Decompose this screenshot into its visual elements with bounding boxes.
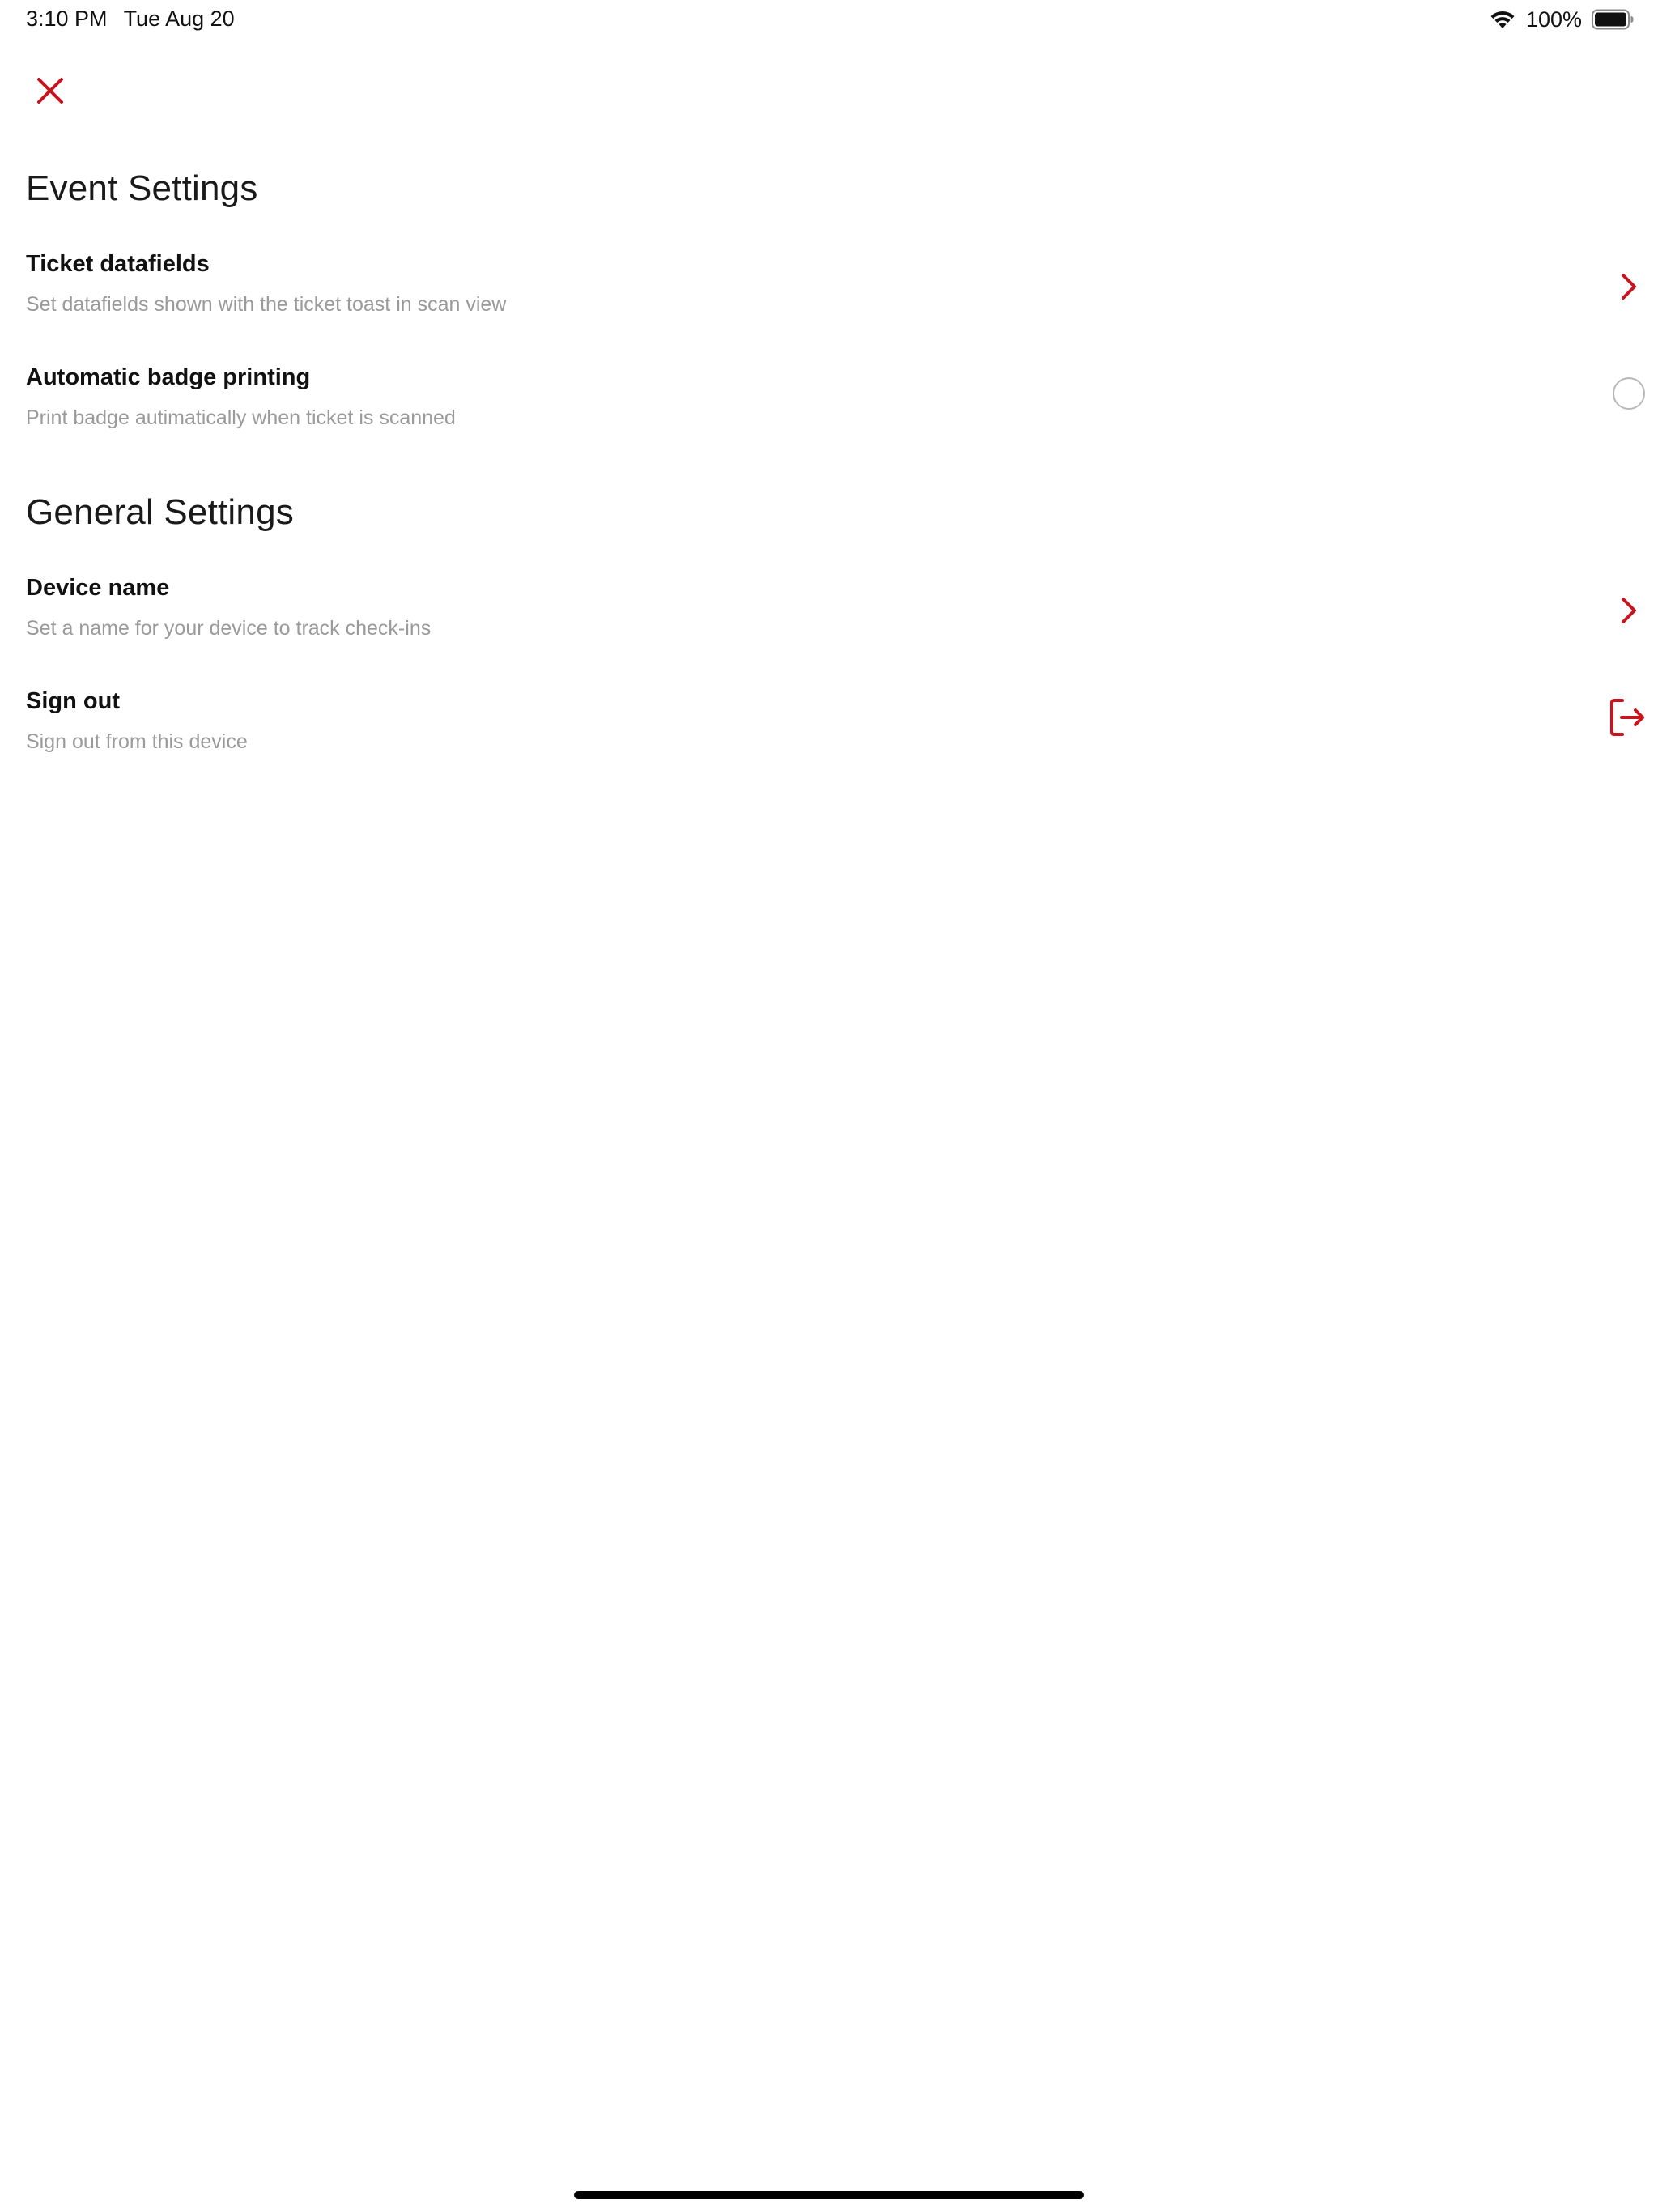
sign-out-icon[interactable] [1608, 696, 1647, 738]
event-settings-title: Event Settings [26, 168, 258, 208]
ticket-datafields-subtitle: Set datafields shown with the ticket toa… [26, 293, 507, 316]
close-button[interactable] [34, 74, 66, 107]
automatic-badge-printing-row[interactable]: Automatic badge printing Print badge aut… [0, 364, 1658, 462]
status-time: 3:10 PM [26, 6, 108, 31]
sign-out-row[interactable]: Sign out Sign out from this device [0, 688, 1658, 785]
automatic-badge-printing-title: Automatic badge printing [26, 364, 311, 390]
status-bar: 3:10 PM Tue Aug 20 100% [0, 0, 1658, 40]
device-name-title: Device name [26, 575, 170, 601]
status-time-date: 3:10 PM Tue Aug 20 [26, 6, 235, 32]
automatic-badge-printing-toggle[interactable] [1611, 376, 1647, 411]
battery-icon [1592, 9, 1634, 30]
home-indicator[interactable] [574, 2191, 1084, 2199]
automatic-badge-printing-subtitle: Print badge autimatically when ticket is… [26, 406, 456, 429]
settings-screen: 3:10 PM Tue Aug 20 100% Event Settings T… [0, 0, 1658, 2212]
chevron-right-icon[interactable] [1611, 593, 1647, 628]
chevron-right-icon[interactable] [1611, 269, 1647, 304]
sign-out-subtitle: Sign out from this device [26, 730, 248, 753]
general-settings-title: General Settings [26, 492, 294, 532]
device-name-row[interactable]: Device name Set a name for your device t… [0, 575, 1658, 672]
ticket-datafields-title: Ticket datafields [26, 251, 210, 277]
device-name-subtitle: Set a name for your device to track chec… [26, 617, 432, 640]
status-indicators: 100% [1489, 5, 1634, 34]
wifi-icon [1489, 9, 1516, 30]
close-icon [37, 78, 63, 104]
radio-circle-icon [1613, 377, 1645, 410]
status-date: Tue Aug 20 [123, 6, 235, 31]
ticket-datafields-row[interactable]: Ticket datafields Set datafields shown w… [0, 251, 1658, 348]
sign-out-title: Sign out [26, 688, 120, 714]
battery-percent: 100% [1525, 6, 1582, 32]
